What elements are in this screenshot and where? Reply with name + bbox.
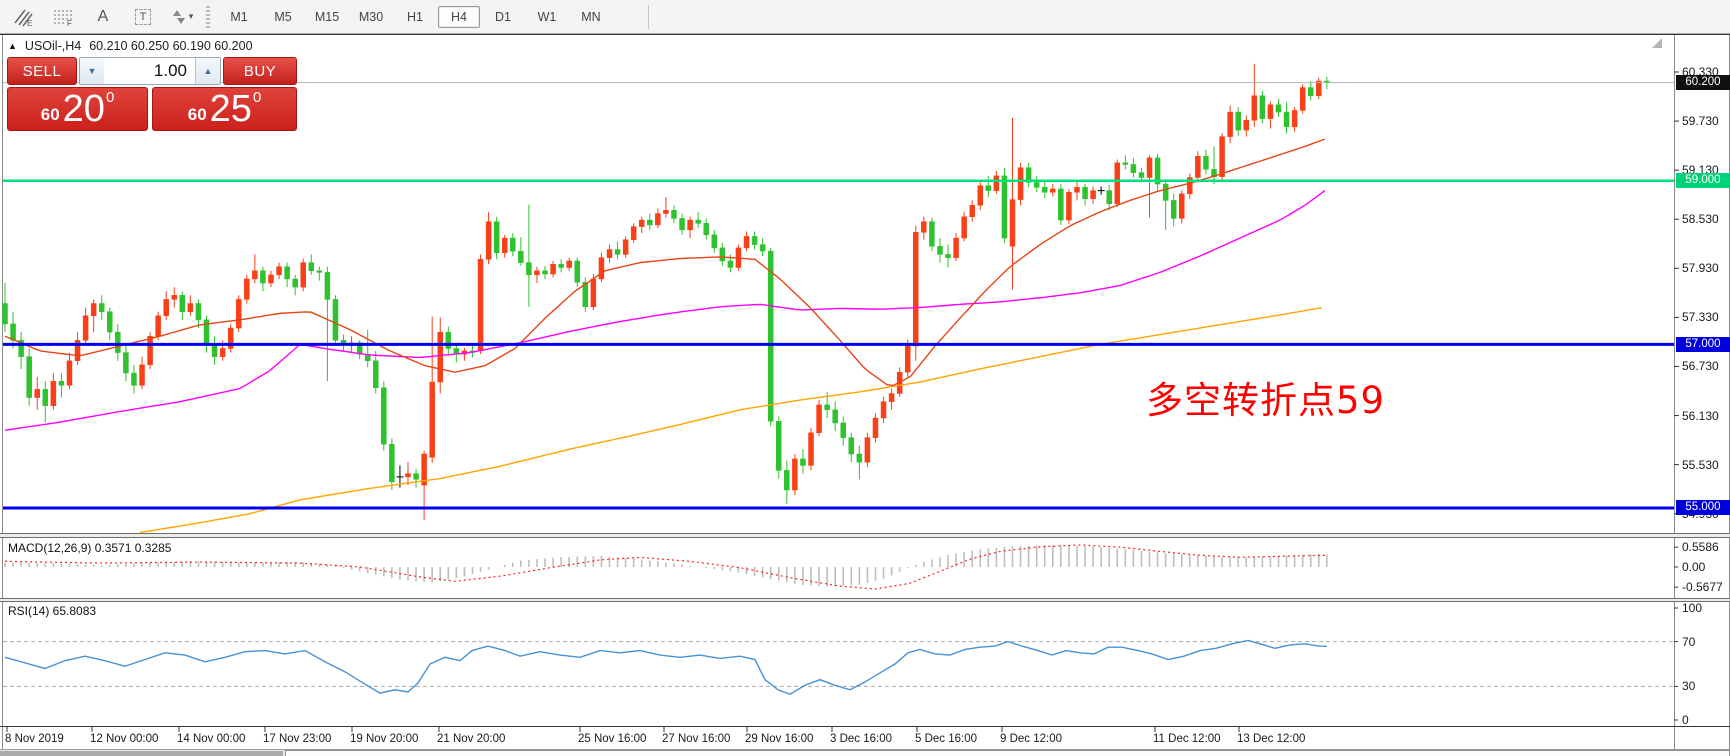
time-label: 14 Nov 00:00 bbox=[177, 733, 245, 745]
buy-button[interactable]: BUY bbox=[223, 57, 297, 85]
timeframe-W1[interactable]: W1 bbox=[526, 6, 568, 28]
bid-price-pips: 20 bbox=[63, 90, 105, 128]
axis-separator bbox=[0, 726, 1730, 727]
level-57-badge: 57.000 bbox=[1676, 337, 1730, 352]
equidistant-channel-tool-icon[interactable]: E bbox=[10, 5, 36, 29]
rsi-tick-label: 0 bbox=[1682, 713, 1689, 727]
window-border-left bbox=[2, 34, 3, 756]
price-tick-label: 58.530 bbox=[1682, 212, 1730, 226]
symbol-ohlc-values: 60.210 60.250 60.190 60.200 bbox=[89, 39, 252, 53]
timeframe-H1[interactable]: H1 bbox=[394, 6, 436, 28]
price-tick-label: 57.930 bbox=[1682, 261, 1730, 275]
rsi-tick-label: 70 bbox=[1682, 635, 1695, 649]
timeframe-M5[interactable]: M5 bbox=[262, 6, 304, 28]
volume-increase-button[interactable]: ▲ bbox=[195, 58, 220, 84]
macd-tick-label: -0.5677 bbox=[1682, 580, 1723, 594]
timeframe-M1[interactable]: M1 bbox=[218, 6, 260, 28]
symbol-name: USOil-,H4 bbox=[25, 39, 81, 53]
volume-input[interactable] bbox=[104, 58, 195, 84]
chart-top-border bbox=[0, 34, 1730, 35]
volume-decrease-button[interactable]: ▼ bbox=[80, 58, 104, 84]
toolbar: E F AT ▾ M1M5M15M30H1H4D1W1MN bbox=[0, 0, 1730, 34]
time-label: 25 Nov 16:00 bbox=[578, 733, 646, 745]
time-label: 11 Dec 12:00 bbox=[1153, 733, 1221, 745]
timeframe-H4[interactable]: H4 bbox=[438, 6, 480, 28]
symbol-expand-arrow[interactable]: ▲ bbox=[8, 41, 17, 51]
panel-separator[interactable] bbox=[0, 533, 1730, 538]
rsi-label: RSI(14) 65.8083 bbox=[8, 604, 96, 618]
rsi-tick-label: 100 bbox=[1682, 601, 1702, 615]
price-axis-border bbox=[1674, 34, 1675, 756]
last-price-badge: 60.200 bbox=[1676, 75, 1730, 90]
ask-price-whole: 60 bbox=[188, 102, 207, 128]
chart-text-annotation: 多空转折点59 bbox=[1146, 370, 1385, 424]
macd-label: MACD(12,26,9) 0.3571 0.3285 bbox=[8, 541, 171, 555]
panel-separator[interactable] bbox=[0, 598, 1730, 602]
timeframe-MN[interactable]: MN bbox=[570, 6, 612, 28]
text-tool-icon[interactable]: A bbox=[90, 5, 116, 29]
timeframe-M30[interactable]: M30 bbox=[350, 6, 392, 28]
time-label: 3 Dec 16:00 bbox=[830, 733, 892, 745]
drawing-tools-group: E F AT ▾ bbox=[0, 5, 196, 29]
bid-price-whole: 60 bbox=[41, 102, 60, 128]
scrollbar-thumb[interactable] bbox=[285, 750, 1730, 756]
time-label: 9 Dec 12:00 bbox=[1000, 733, 1062, 745]
time-label: 17 Nov 23:00 bbox=[263, 733, 331, 745]
volume-stepper: ▼ ▲ bbox=[79, 57, 221, 85]
level-55-badge: 55.000 bbox=[1676, 500, 1730, 515]
ask-price-box[interactable]: 60 25 0 bbox=[152, 87, 297, 131]
time-label: 27 Nov 16:00 bbox=[662, 733, 730, 745]
macd-tick-label: 0.00 bbox=[1682, 560, 1705, 574]
bid-price-box[interactable]: 60 20 0 bbox=[7, 87, 148, 131]
toolbar-drag-handle[interactable] bbox=[206, 6, 210, 28]
one-click-trade-panel: SELL ▼ ▲ BUY 60 20 0 60 25 0 bbox=[7, 57, 297, 131]
ask-price-pips: 25 bbox=[210, 90, 252, 128]
symbol-header: ▲ USOil-,H4 60.210 60.250 60.190 60.200 bbox=[8, 39, 253, 53]
price-tick-label: 59.730 bbox=[1682, 114, 1730, 128]
level-59-badge: 59.000 bbox=[1676, 173, 1730, 188]
mt4-terminal: E F AT ▾ M1M5M15M30H1H4D1W1MN ▲ USOil-,H4 6… bbox=[0, 0, 1730, 756]
sell-button[interactable]: SELL bbox=[7, 57, 77, 85]
time-label: 13 Dec 12:00 bbox=[1237, 733, 1305, 745]
price-tick-label: 57.330 bbox=[1682, 310, 1730, 324]
text-label-tool-icon[interactable]: T bbox=[130, 5, 156, 29]
toolbar-separator bbox=[648, 5, 649, 29]
time-label: 21 Nov 20:00 bbox=[437, 733, 505, 745]
price-tick-label: 56.730 bbox=[1682, 359, 1730, 373]
svg-text:F: F bbox=[67, 19, 72, 27]
time-label: 19 Nov 20:00 bbox=[350, 733, 418, 745]
bid-price-point: 0 bbox=[106, 90, 114, 105]
arrows-tool-icon[interactable]: ▾ bbox=[170, 5, 196, 29]
time-label: 12 Nov 00:00 bbox=[90, 733, 158, 745]
chart-window bbox=[0, 34, 1730, 756]
fibonacci-tool-icon[interactable]: F bbox=[50, 5, 76, 29]
time-label: 5 Dec 16:00 bbox=[915, 733, 977, 745]
svg-text:E: E bbox=[27, 19, 32, 27]
price-tick-label: 55.530 bbox=[1682, 458, 1730, 472]
macd-tick-label: 0.5586 bbox=[1682, 540, 1719, 554]
time-label: 29 Nov 16:00 bbox=[745, 733, 813, 745]
ask-price-point: 0 bbox=[253, 90, 261, 105]
price-tick-label: 56.130 bbox=[1682, 409, 1730, 423]
timeframe-D1[interactable]: D1 bbox=[482, 6, 524, 28]
scrollbar-track-filled bbox=[0, 751, 283, 756]
horizontal-scrollbar bbox=[0, 749, 1730, 756]
timeframe-M15[interactable]: M15 bbox=[306, 6, 348, 28]
time-label: 8 Nov 2019 bbox=[5, 733, 64, 745]
rsi-tick-label: 30 bbox=[1682, 679, 1695, 693]
timeframe-toolbar: M1M5M15M30H1H4D1W1MN bbox=[218, 6, 612, 28]
